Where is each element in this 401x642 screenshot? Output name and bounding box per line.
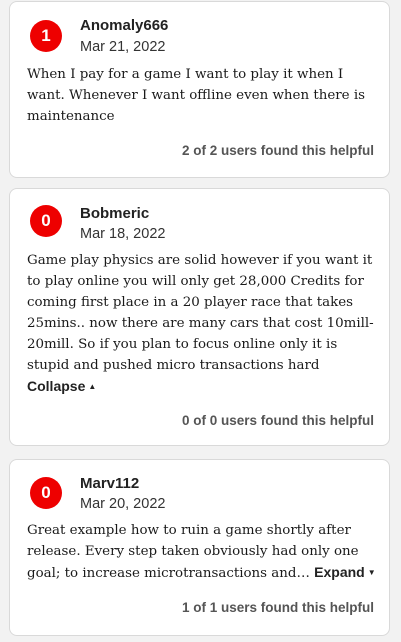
expand-label: Expand [314, 564, 365, 580]
review-card: 1 Anomaly666 Mar 21, 2022 When I pay for… [9, 1, 390, 178]
reviewer-name[interactable]: Anomaly666 [80, 17, 168, 34]
reviewer-name[interactable]: Marv112 [80, 475, 139, 492]
review-date: Mar 18, 2022 [80, 226, 166, 242]
helpful-count: 0 of 0 users found this helpful [181, 413, 374, 428]
review-card: 0 Bobmeric Mar 18, 2022 Game play physic… [9, 188, 390, 446]
review-text-content: When I pay for a game I want to play it … [27, 67, 366, 124]
score-badge: 0 [30, 205, 62, 237]
helpful-count: 1 of 1 users found this helpful [181, 600, 374, 615]
caret-down-icon: ▼ [367, 568, 376, 577]
review-text-content: Great example how to ruin a game shortly… [27, 523, 359, 581]
review-date: Mar 21, 2022 [80, 39, 166, 55]
caret-up-icon: ▲ [88, 382, 97, 391]
score-badge: 0 [30, 477, 62, 509]
review-text-content: Game play physics are solid however if y… [27, 253, 374, 373]
collapse-button[interactable]: Collapse ▲ [27, 378, 96, 394]
reviewer-name[interactable]: Bobmeric [80, 205, 149, 222]
review-card: 0 Marv112 Mar 20, 2022 Great example how… [9, 459, 390, 636]
expand-button[interactable]: Expand ▼ [314, 564, 376, 580]
helpful-count: 2 of 2 users found this helpful [181, 143, 374, 158]
review-text: Game play physics are solid however if y… [27, 250, 381, 398]
review-date: Mar 20, 2022 [80, 496, 166, 512]
review-text: Great example how to ruin a game shortly… [27, 520, 381, 584]
collapse-label: Collapse [27, 378, 86, 394]
score-badge: 1 [30, 20, 62, 52]
review-text: When I pay for a game I want to play it … [27, 64, 381, 127]
